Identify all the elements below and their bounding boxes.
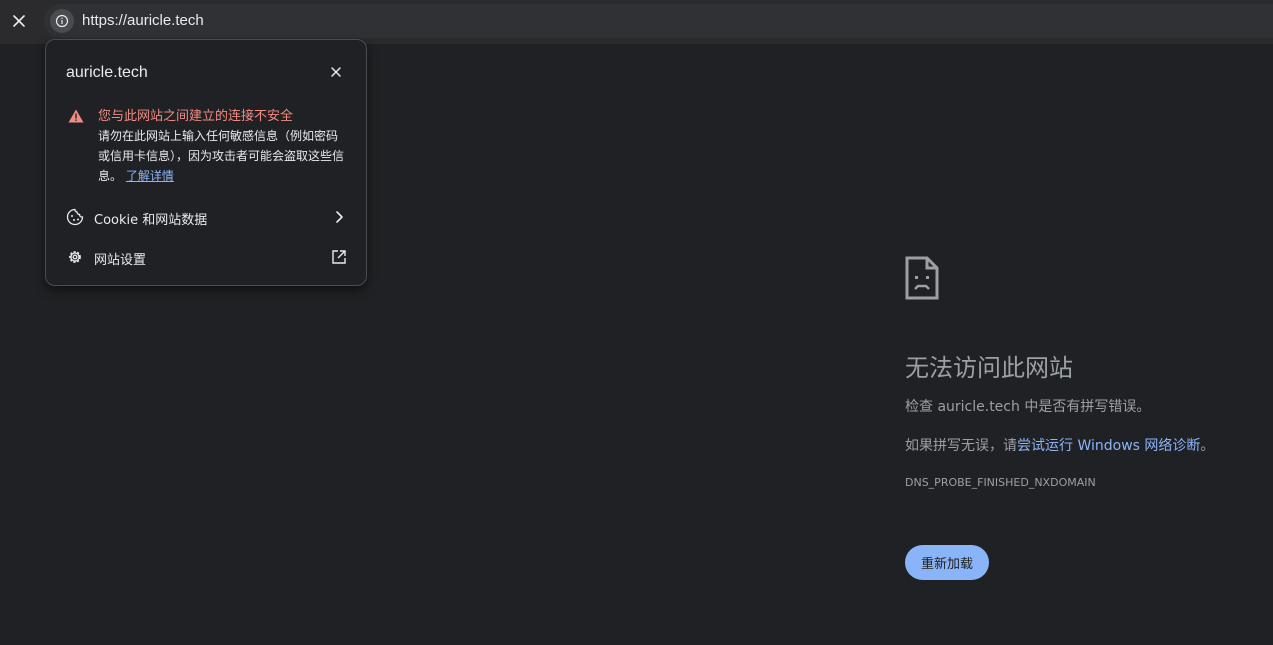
error-spelling-hint: 检查 auricle.tech 中是否有拼写错误。 bbox=[905, 399, 1151, 415]
network-diagnostics-link[interactable]: 尝试运行 Windows 网络诊断 bbox=[1017, 438, 1200, 454]
browser-toolbar: https://auricle.tech bbox=[0, 0, 1273, 44]
error-heading: 无法访问此网站 bbox=[905, 354, 1073, 382]
gear-icon bbox=[66, 248, 84, 266]
warning-body: 请勿在此网站上输入任何敏感信息（例如密码或信用卡信息），因为攻击者可能会盗取这些… bbox=[98, 126, 348, 186]
diagnostics-suffix: 。 bbox=[1200, 438, 1215, 454]
error-code: DNS_PROBE_FINISHED_NXDOMAIN bbox=[905, 476, 1096, 489]
sad-document-icon bbox=[905, 256, 939, 300]
url-text[interactable]: https://auricle.tech bbox=[82, 12, 204, 29]
warning-icon bbox=[68, 108, 84, 123]
close-icon[interactable] bbox=[8, 10, 30, 32]
cookie-icon bbox=[66, 208, 84, 226]
cookies-label: Cookie 和网站数据 bbox=[94, 213, 208, 228]
diagnostics-prefix: 如果拼写无误，请 bbox=[905, 438, 1017, 454]
popup-title: auricle.tech bbox=[66, 64, 148, 81]
site-settings-row[interactable]: 网站设置 bbox=[46, 239, 366, 275]
warning-title: 您与此网站之间建立的连接不安全 bbox=[98, 109, 294, 124]
popup-close-icon[interactable] bbox=[328, 64, 344, 80]
error-diagnostics-hint: 如果拼写无误，请尝试运行 Windows 网络诊断。 bbox=[905, 435, 1214, 455]
learn-more-link[interactable]: 了解详情 bbox=[126, 169, 174, 183]
site-settings-label: 网站设置 bbox=[94, 253, 147, 268]
open-external-icon bbox=[330, 248, 348, 266]
chevron-right-icon bbox=[330, 208, 348, 226]
site-info-icon[interactable] bbox=[50, 9, 74, 33]
reload-button[interactable]: 重新加载 bbox=[905, 545, 989, 580]
cookies-site-data-row[interactable]: Cookie 和网站数据 bbox=[46, 199, 366, 235]
site-info-popup: auricle.tech 您与此网站之间建立的连接不安全 请勿在此网站上输入任何… bbox=[45, 39, 367, 286]
address-bar[interactable]: https://auricle.tech bbox=[44, 4, 1273, 38]
